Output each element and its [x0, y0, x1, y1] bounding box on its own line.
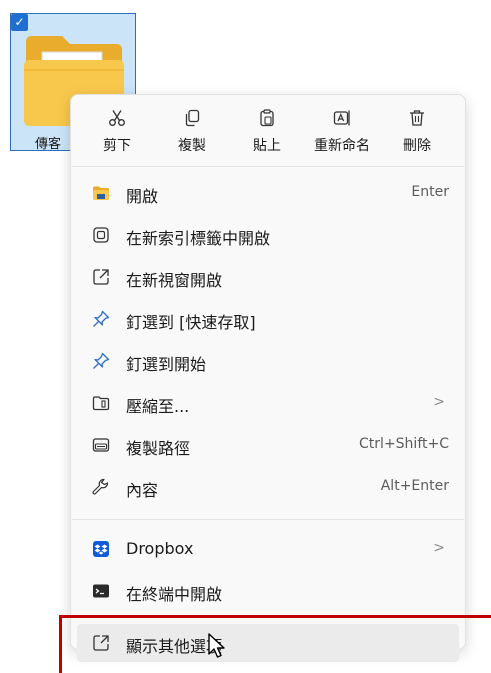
- paste-icon: [260, 109, 274, 127]
- menu-item-compress[interactable]: 壓縮至... >: [77, 384, 459, 422]
- checkbox-icon[interactable]: ✓: [11, 14, 28, 31]
- highlight-box: [59, 615, 491, 673]
- copy-icon: [185, 109, 200, 127]
- menu-item-open-new-tab[interactable]: 在新索引標籤中開啟: [77, 216, 459, 254]
- menu-item-label: 在終端中開啟: [126, 585, 223, 604]
- menu-item-copy-path[interactable]: 複製路徑 Ctrl+Shift+C: [77, 426, 459, 464]
- menu-item-label: 內容: [126, 481, 159, 500]
- menu-item-label: 複製路徑: [126, 439, 191, 458]
- menu-item-label: 釘選到 [快速存取]: [126, 313, 256, 332]
- menu-item-pin-quick-access[interactable]: 釘選到 [快速存取]: [77, 300, 459, 338]
- menu-item-label: 釘選到開始: [126, 355, 207, 374]
- chevron-right-icon: >: [433, 394, 445, 410]
- paste-label: 貼上: [253, 138, 281, 154]
- menu-item-open-terminal[interactable]: 在終端中開啟: [77, 572, 459, 610]
- cut-icon: [109, 110, 125, 126]
- compress-icon: [92, 396, 110, 411]
- properties-icon: [92, 478, 109, 495]
- new-tab-icon: [93, 227, 109, 243]
- pin-icon: [93, 352, 110, 369]
- menu-item-dropbox[interactable]: Dropbox >: [77, 530, 459, 568]
- paste-button[interactable]: 貼上: [235, 101, 299, 159]
- menu-item-label: 在新視窗開啟: [126, 271, 223, 290]
- rename-icon: [333, 110, 350, 126]
- pin-icon: [93, 310, 110, 327]
- cut-button[interactable]: 剪下: [85, 101, 149, 159]
- menu-item-properties[interactable]: 內容 Alt+Enter: [77, 468, 459, 506]
- delete-label: 刪除: [403, 138, 431, 154]
- terminal-icon: [93, 584, 109, 598]
- delete-icon: [410, 110, 424, 126]
- shortcut-label: Alt+Enter: [380, 478, 449, 494]
- menu-item-pin-start[interactable]: 釘選到開始: [77, 342, 459, 380]
- dropbox-icon: [93, 541, 109, 557]
- copy-label: 複製: [178, 138, 206, 154]
- copy-path-icon: [92, 438, 110, 452]
- context-action-bar: 剪下 複製 貼上 重新命名 刪除: [71, 95, 465, 163]
- menu-item-open[interactable]: 開啟 Enter: [77, 174, 459, 212]
- folder-icon: [93, 186, 109, 200]
- delete-button[interactable]: 刪除: [385, 101, 449, 159]
- menu-separator: [72, 519, 464, 520]
- rename-label: 重新命名: [314, 138, 370, 154]
- menu-item-label: 壓縮至...: [126, 397, 190, 416]
- menu-item-open-new-window[interactable]: 在新視窗開啟: [77, 258, 459, 296]
- cut-label: 剪下: [103, 138, 131, 154]
- copy-button[interactable]: 複製: [160, 101, 224, 159]
- shortcut-label: Enter: [411, 184, 449, 200]
- shortcut-label: Ctrl+Shift+C: [359, 436, 449, 452]
- rename-button[interactable]: 重新命名: [310, 101, 374, 159]
- mouse-cursor-icon: [208, 633, 225, 658]
- chevron-right-icon: >: [433, 540, 445, 556]
- menu-item-label: 開啟: [126, 187, 159, 206]
- menu-item-label: Dropbox: [126, 539, 194, 558]
- folder-name-label: 傳客: [35, 137, 62, 152]
- menu-item-label: 在新索引標籤中開啟: [126, 229, 271, 248]
- explorer-canvas: ✓ 傳客 剪下 複製 貼上 重新命名 刪除 開啟 Enter 在新索引標籤中開啟…: [0, 0, 491, 673]
- context-menu: 剪下 複製 貼上 重新命名 刪除 開啟 Enter 在新索引標籤中開啟 在新視窗…: [70, 94, 466, 662]
- new-window-icon: [93, 269, 109, 285]
- menu-separator: [72, 166, 464, 167]
